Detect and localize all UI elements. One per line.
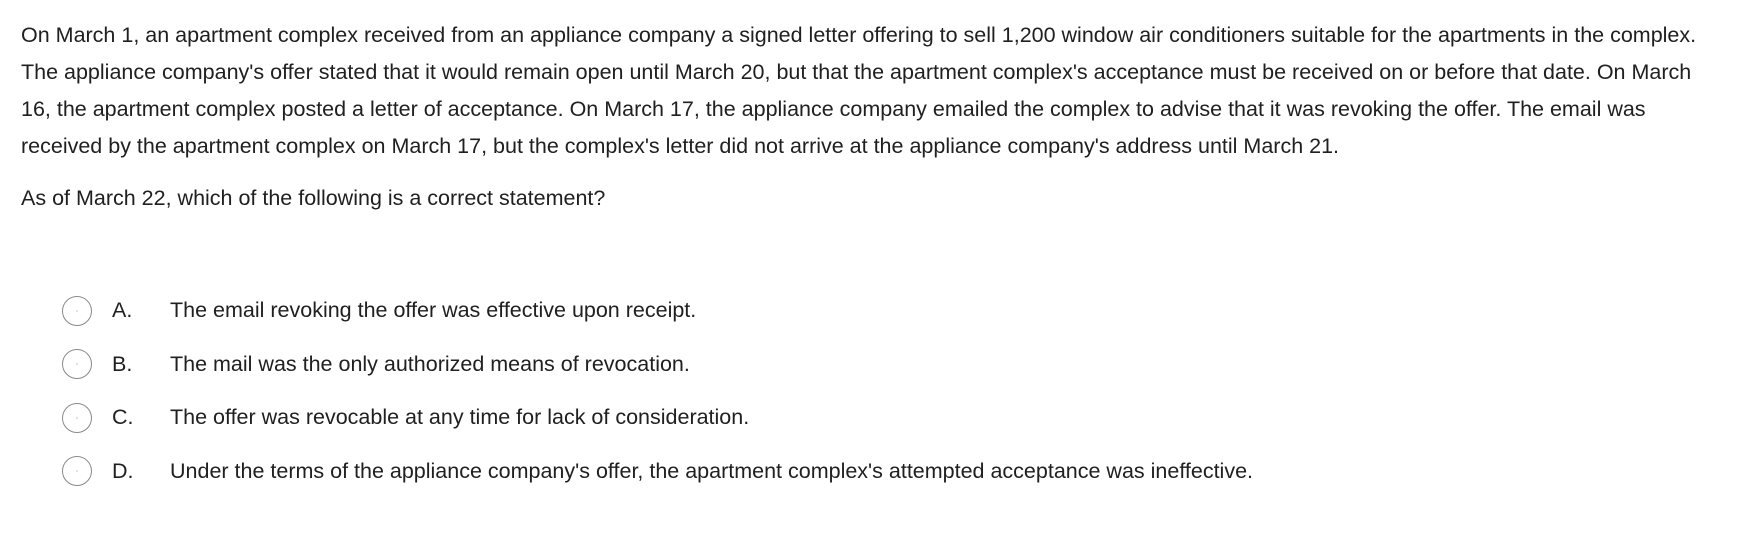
question-passage: On March 1, an apartment complex receive…	[21, 23, 1697, 158]
answer-choices: A. The email revoking the offer was effe…	[62, 284, 1702, 498]
choice-text-b: The mail was the only authorized means o…	[170, 351, 690, 376]
choice-letter-a: A.	[112, 298, 133, 323]
choice-text-a: The email revoking the offer was effecti…	[170, 298, 697, 323]
choice-text-c: The offer was revocable at any time for …	[170, 405, 750, 430]
question-prompt: As of March 22, which of the following i…	[21, 186, 606, 210]
choice-b[interactable]: B. The mail was the only authorized mean…	[62, 338, 1702, 392]
choice-a[interactable]: A. The email revoking the offer was effe…	[62, 284, 1702, 338]
question-block: On March 1, an apartment complex receive…	[21, 17, 1711, 217]
radio-button-b[interactable]	[62, 349, 92, 380]
choice-text-d: Under the terms of the appliance company…	[170, 458, 1254, 483]
choice-c[interactable]: C. The offer was revocable at any time f…	[62, 391, 1702, 445]
choice-letter-d: D.	[112, 458, 134, 483]
choice-letter-b: B.	[112, 351, 133, 376]
radio-button-a[interactable]	[62, 295, 92, 326]
choice-d[interactable]: D. Under the terms of the appliance comp…	[62, 445, 1702, 499]
choice-letter-c: C.	[112, 405, 134, 430]
radio-button-d[interactable]	[62, 456, 92, 487]
radio-button-c[interactable]	[62, 402, 92, 433]
